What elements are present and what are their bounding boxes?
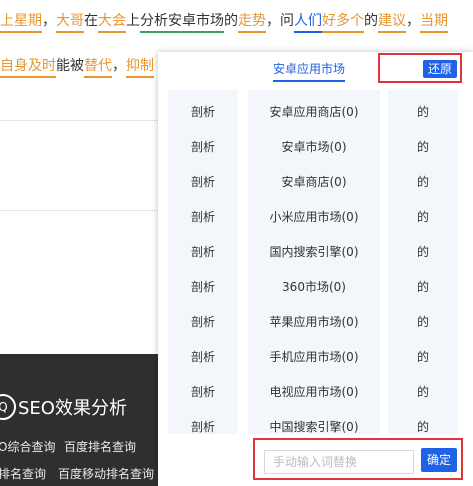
- action-word-cell[interactable]: 剖析: [168, 382, 238, 402]
- synonym-cell[interactable]: 360市场(0): [248, 277, 380, 297]
- article-word[interactable]: 当期: [420, 13, 448, 33]
- confirm-button[interactable]: 确定: [421, 448, 457, 472]
- article-word[interactable]: 大会: [98, 13, 126, 33]
- article-line-1: 上星期，大哥在大会上分析安卓市场的走势，问人们好多个的建议，当期: [0, 10, 448, 33]
- action-word-cell[interactable]: 剖析: [168, 417, 238, 437]
- action-word-cell[interactable]: 剖析: [168, 242, 238, 262]
- search-icon: Q: [0, 394, 16, 420]
- synonym-cell[interactable]: 电视应用市场(0): [248, 382, 380, 402]
- synonym-cell[interactable]: 安卓市场(0): [248, 137, 380, 157]
- column-middle: 安卓应用商店(0) 安卓市场(0) 安卓商店(0) 小米应用市场(0) 国内搜索引擎(0…: [248, 90, 380, 434]
- particle-cell[interactable]: 的: [388, 417, 458, 437]
- manual-replace-highlight-box: 手动输入词替换 确定: [253, 438, 463, 480]
- particle-cell[interactable]: 的: [388, 102, 458, 122]
- action-word-cell[interactable]: 剖析: [168, 172, 238, 192]
- popup-header: 安卓应用市场 还原: [158, 52, 473, 86]
- particle-cell[interactable]: 的: [388, 207, 458, 227]
- synonym-cell[interactable]: 安卓应用商店(0): [248, 102, 380, 122]
- particle-cell[interactable]: 的: [388, 312, 458, 332]
- article-word: ，: [406, 13, 420, 29]
- synonym-cell[interactable]: 手机应用市场(0): [248, 347, 380, 367]
- particle-cell[interactable]: 的: [388, 137, 458, 157]
- article-word[interactable]: 自身: [0, 58, 28, 78]
- synonym-cell[interactable]: 国内搜索引擎(0): [248, 242, 380, 262]
- footer-link[interactable]: O综合查询: [0, 438, 55, 455]
- article-word: ，: [42, 13, 56, 29]
- article-line-2: 自身及时能被替代，抑制: [0, 55, 154, 78]
- action-word-cell[interactable]: 剖析: [168, 137, 238, 157]
- synonym-cell[interactable]: 中国搜索引擎(0): [248, 417, 380, 437]
- footer-link[interactable]: 百度排名查询: [64, 438, 136, 455]
- article-word: ，: [112, 58, 126, 74]
- article-word[interactable]: 好多个: [322, 13, 364, 33]
- particle-cell[interactable]: 的: [388, 347, 458, 367]
- article-word[interactable]: 人们: [294, 13, 322, 33]
- action-word-cell[interactable]: 剖析: [168, 102, 238, 122]
- article-word[interactable]: 上星期: [0, 13, 42, 33]
- article-word[interactable]: 分析: [140, 13, 168, 33]
- article-word: 能被: [56, 58, 84, 74]
- article-word: ，问: [266, 13, 294, 29]
- action-word-cell[interactable]: 剖析: [168, 347, 238, 367]
- article-word[interactable]: 大哥: [56, 13, 84, 33]
- tab-android-app-market[interactable]: 安卓应用市场: [273, 60, 346, 82]
- article-word: 的: [364, 13, 378, 29]
- column-right: 的的的的的的的的的的: [388, 90, 458, 434]
- article-word: 的: [224, 13, 238, 29]
- article-word[interactable]: 安卓市场: [168, 13, 224, 33]
- action-word-cell[interactable]: 剖析: [168, 277, 238, 297]
- action-word-cell[interactable]: 剖析: [168, 312, 238, 332]
- manual-replace-input[interactable]: 手动输入词替换: [264, 450, 414, 474]
- column-left: 剖析 剖析 剖析 剖析 剖析 剖析 剖析 剖析 剖析 剖析: [168, 90, 238, 434]
- article-word: 上: [126, 13, 140, 29]
- action-word-cell[interactable]: 剖析: [168, 207, 238, 227]
- article-word[interactable]: 建议: [378, 13, 406, 33]
- article-word[interactable]: 替代: [84, 58, 112, 78]
- article-word[interactable]: 走势: [238, 13, 266, 33]
- synonym-cell[interactable]: 苹果应用市场(0): [248, 312, 380, 332]
- synonym-cell[interactable]: 小米应用市场(0): [248, 207, 380, 227]
- footer-link[interactable]: 排名查询: [0, 465, 46, 482]
- synonym-cell[interactable]: 安卓商店(0): [248, 172, 380, 192]
- article-word[interactable]: 抑制: [126, 58, 154, 78]
- particle-cell[interactable]: 的: [388, 242, 458, 262]
- restore-button[interactable]: 还原: [423, 60, 457, 78]
- restore-highlight-box: 还原: [378, 53, 462, 83]
- article-word[interactable]: 及时: [28, 58, 56, 78]
- synonym-replace-popup: 安卓应用市场 还原 剖析 剖析 剖析 剖析 剖析 剖析 剖析 剖析 剖析 剖析 安卓应用商店(0)…: [158, 52, 473, 486]
- particle-cell[interactable]: 的: [388, 172, 458, 192]
- particle-cell[interactable]: 的: [388, 382, 458, 402]
- footer-title: SEO效果分析: [18, 398, 127, 419]
- particle-cell[interactable]: 的: [388, 277, 458, 297]
- footer-link[interactable]: 百度移动排名查询: [58, 465, 154, 482]
- article-word: 在: [84, 13, 98, 29]
